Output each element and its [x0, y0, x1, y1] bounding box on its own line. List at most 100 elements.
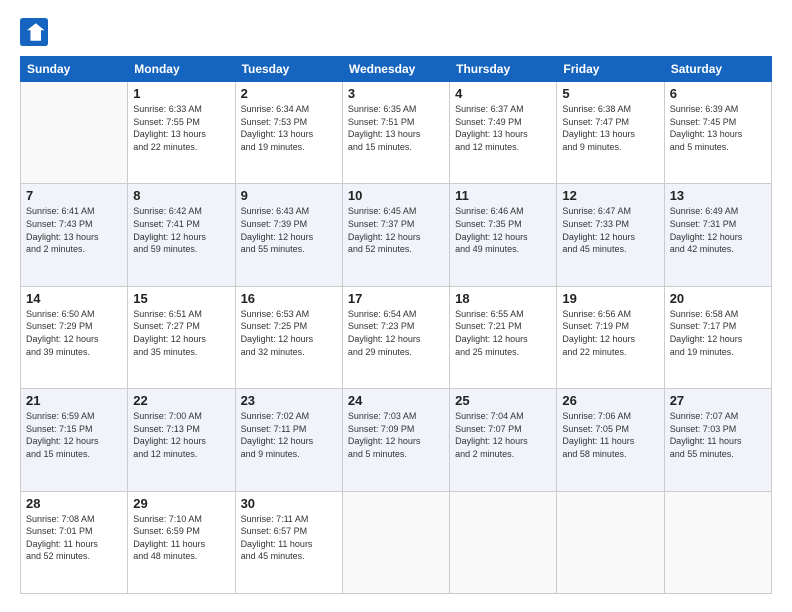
calendar-cell: 12 Sunrise: 6:47 AM Sunset: 7:33 PM Dayli…	[557, 184, 664, 286]
day-number: 28	[26, 496, 122, 511]
calendar-cell: 6 Sunrise: 6:39 AM Sunset: 7:45 PM Daylig…	[664, 82, 771, 184]
day-number: 1	[133, 86, 229, 101]
day-number: 29	[133, 496, 229, 511]
calendar-cell: 27 Sunrise: 7:07 AM Sunset: 7:03 PM Dayli…	[664, 389, 771, 491]
day-number: 12	[562, 188, 658, 203]
cell-text: Sunrise: 6:54 AM Sunset: 7:23 PM Dayligh…	[348, 308, 444, 358]
cell-text: Sunrise: 6:53 AM Sunset: 7:25 PM Dayligh…	[241, 308, 337, 358]
calendar-cell: 4 Sunrise: 6:37 AM Sunset: 7:49 PM Daylig…	[450, 82, 557, 184]
calendar-cell: 14 Sunrise: 6:50 AM Sunset: 7:29 PM Dayli…	[21, 286, 128, 388]
calendar: SundayMondayTuesdayWednesdayThursdayFrid…	[20, 56, 772, 594]
cell-text: Sunrise: 6:37 AM Sunset: 7:49 PM Dayligh…	[455, 103, 551, 153]
day-number: 7	[26, 188, 122, 203]
calendar-cell: 30 Sunrise: 7:11 AM Sunset: 6:57 PM Dayli…	[235, 491, 342, 593]
calendar-cell: 9 Sunrise: 6:43 AM Sunset: 7:39 PM Daylig…	[235, 184, 342, 286]
logo-icon	[20, 18, 48, 46]
cell-text: Sunrise: 6:51 AM Sunset: 7:27 PM Dayligh…	[133, 308, 229, 358]
day-number: 17	[348, 291, 444, 306]
cell-text: Sunrise: 6:34 AM Sunset: 7:53 PM Dayligh…	[241, 103, 337, 153]
calendar-cell	[557, 491, 664, 593]
weekday-header-friday: Friday	[557, 57, 664, 82]
day-number: 3	[348, 86, 444, 101]
cell-text: Sunrise: 7:06 AM Sunset: 7:05 PM Dayligh…	[562, 410, 658, 460]
day-number: 25	[455, 393, 551, 408]
cell-text: Sunrise: 6:56 AM Sunset: 7:19 PM Dayligh…	[562, 308, 658, 358]
day-number: 4	[455, 86, 551, 101]
cell-text: Sunrise: 6:35 AM Sunset: 7:51 PM Dayligh…	[348, 103, 444, 153]
day-number: 5	[562, 86, 658, 101]
calendar-cell: 5 Sunrise: 6:38 AM Sunset: 7:47 PM Daylig…	[557, 82, 664, 184]
calendar-cell: 8 Sunrise: 6:42 AM Sunset: 7:41 PM Daylig…	[128, 184, 235, 286]
day-number: 8	[133, 188, 229, 203]
cell-text: Sunrise: 6:42 AM Sunset: 7:41 PM Dayligh…	[133, 205, 229, 255]
day-number: 27	[670, 393, 766, 408]
day-number: 26	[562, 393, 658, 408]
cell-text: Sunrise: 6:58 AM Sunset: 7:17 PM Dayligh…	[670, 308, 766, 358]
calendar-cell: 10 Sunrise: 6:45 AM Sunset: 7:37 PM Dayli…	[342, 184, 449, 286]
day-number: 21	[26, 393, 122, 408]
cell-text: Sunrise: 6:49 AM Sunset: 7:31 PM Dayligh…	[670, 205, 766, 255]
cell-text: Sunrise: 6:46 AM Sunset: 7:35 PM Dayligh…	[455, 205, 551, 255]
day-number: 20	[670, 291, 766, 306]
day-number: 6	[670, 86, 766, 101]
day-number: 24	[348, 393, 444, 408]
cell-text: Sunrise: 6:38 AM Sunset: 7:47 PM Dayligh…	[562, 103, 658, 153]
day-number: 13	[670, 188, 766, 203]
day-number: 14	[26, 291, 122, 306]
weekday-header-monday: Monday	[128, 57, 235, 82]
calendar-cell: 7 Sunrise: 6:41 AM Sunset: 7:43 PM Daylig…	[21, 184, 128, 286]
day-number: 15	[133, 291, 229, 306]
day-number: 30	[241, 496, 337, 511]
calendar-cell: 18 Sunrise: 6:55 AM Sunset: 7:21 PM Dayli…	[450, 286, 557, 388]
cell-text: Sunrise: 7:03 AM Sunset: 7:09 PM Dayligh…	[348, 410, 444, 460]
cell-text: Sunrise: 6:50 AM Sunset: 7:29 PM Dayligh…	[26, 308, 122, 358]
cell-text: Sunrise: 7:10 AM Sunset: 6:59 PM Dayligh…	[133, 513, 229, 563]
calendar-cell: 19 Sunrise: 6:56 AM Sunset: 7:19 PM Dayli…	[557, 286, 664, 388]
calendar-cell: 20 Sunrise: 6:58 AM Sunset: 7:17 PM Dayli…	[664, 286, 771, 388]
cell-text: Sunrise: 7:04 AM Sunset: 7:07 PM Dayligh…	[455, 410, 551, 460]
cell-text: Sunrise: 7:08 AM Sunset: 7:01 PM Dayligh…	[26, 513, 122, 563]
day-number: 19	[562, 291, 658, 306]
calendar-cell: 16Sunrise: 6:53 AM Sunset: 7:25 PM Dayli…	[235, 286, 342, 388]
weekday-header-saturday: Saturday	[664, 57, 771, 82]
cell-text: Sunrise: 6:45 AM Sunset: 7:37 PM Dayligh…	[348, 205, 444, 255]
weekday-header-thursday: Thursday	[450, 57, 557, 82]
cell-text: Sunrise: 7:02 AM Sunset: 7:11 PM Dayligh…	[241, 410, 337, 460]
cell-text: Sunrise: 6:59 AM Sunset: 7:15 PM Dayligh…	[26, 410, 122, 460]
weekday-header-tuesday: Tuesday	[235, 57, 342, 82]
cell-text: Sunrise: 6:41 AM Sunset: 7:43 PM Dayligh…	[26, 205, 122, 255]
calendar-cell: 13 Sunrise: 6:49 AM Sunset: 7:31 PM Dayli…	[664, 184, 771, 286]
cell-text: Sunrise: 6:33 AM Sunset: 7:55 PM Dayligh…	[133, 103, 229, 153]
calendar-cell: 21 Sunrise: 6:59 AM Sunset: 7:15 PM Dayli…	[21, 389, 128, 491]
calendar-cell	[342, 491, 449, 593]
calendar-cell: 1 Sunrise: 6:33 AM Sunset: 7:55 PM Daylig…	[128, 82, 235, 184]
calendar-cell: 23 Sunrise: 7:02 AM Sunset: 7:11 PM Dayli…	[235, 389, 342, 491]
calendar-cell: 28 Sunrise: 7:08 AM Sunset: 7:01 PM Dayli…	[21, 491, 128, 593]
day-number: 18	[455, 291, 551, 306]
day-number: 11	[455, 188, 551, 203]
day-number: 23	[241, 393, 337, 408]
logo	[20, 18, 54, 46]
calendar-cell: 15 Sunrise: 6:51 AM Sunset: 7:27 PM Dayli…	[128, 286, 235, 388]
day-number: 9	[241, 188, 337, 203]
calendar-cell: 24 Sunrise: 7:03 AM Sunset: 7:09 PM Dayli…	[342, 389, 449, 491]
calendar-cell: 2 Sunrise: 6:34 AM Sunset: 7:53 PM Daylig…	[235, 82, 342, 184]
calendar-cell: 11 Sunrise: 6:46 AM Sunset: 7:35 PM Dayli…	[450, 184, 557, 286]
calendar-cell	[21, 82, 128, 184]
weekday-header-sunday: Sunday	[21, 57, 128, 82]
day-number: 2	[241, 86, 337, 101]
calendar-cell: 22Sunrise: 7:00 AM Sunset: 7:13 PM Dayli…	[128, 389, 235, 491]
cell-text: Sunrise: 7:07 AM Sunset: 7:03 PM Dayligh…	[670, 410, 766, 460]
calendar-cell: 29 Sunrise: 7:10 AM Sunset: 6:59 PM Dayli…	[128, 491, 235, 593]
cell-text: Sunrise: 7:11 AM Sunset: 6:57 PM Dayligh…	[241, 513, 337, 563]
calendar-cell: 26 Sunrise: 7:06 AM Sunset: 7:05 PM Dayli…	[557, 389, 664, 491]
cell-text: Sunrise: 6:47 AM Sunset: 7:33 PM Dayligh…	[562, 205, 658, 255]
calendar-cell: 3 Sunrise: 6:35 AM Sunset: 7:51 PM Daylig…	[342, 82, 449, 184]
cell-text: Sunrise: 6:43 AM Sunset: 7:39 PM Dayligh…	[241, 205, 337, 255]
calendar-cell: 17 Sunrise: 6:54 AM Sunset: 7:23 PM Dayli…	[342, 286, 449, 388]
calendar-cell	[664, 491, 771, 593]
cell-text: Sunrise: 6:39 AM Sunset: 7:45 PM Dayligh…	[670, 103, 766, 153]
day-number: 10	[348, 188, 444, 203]
cell-text: Sunrise: 7:00 AM Sunset: 7:13 PM Dayligh…	[133, 410, 229, 460]
cell-text: Sunrise: 6:55 AM Sunset: 7:21 PM Dayligh…	[455, 308, 551, 358]
